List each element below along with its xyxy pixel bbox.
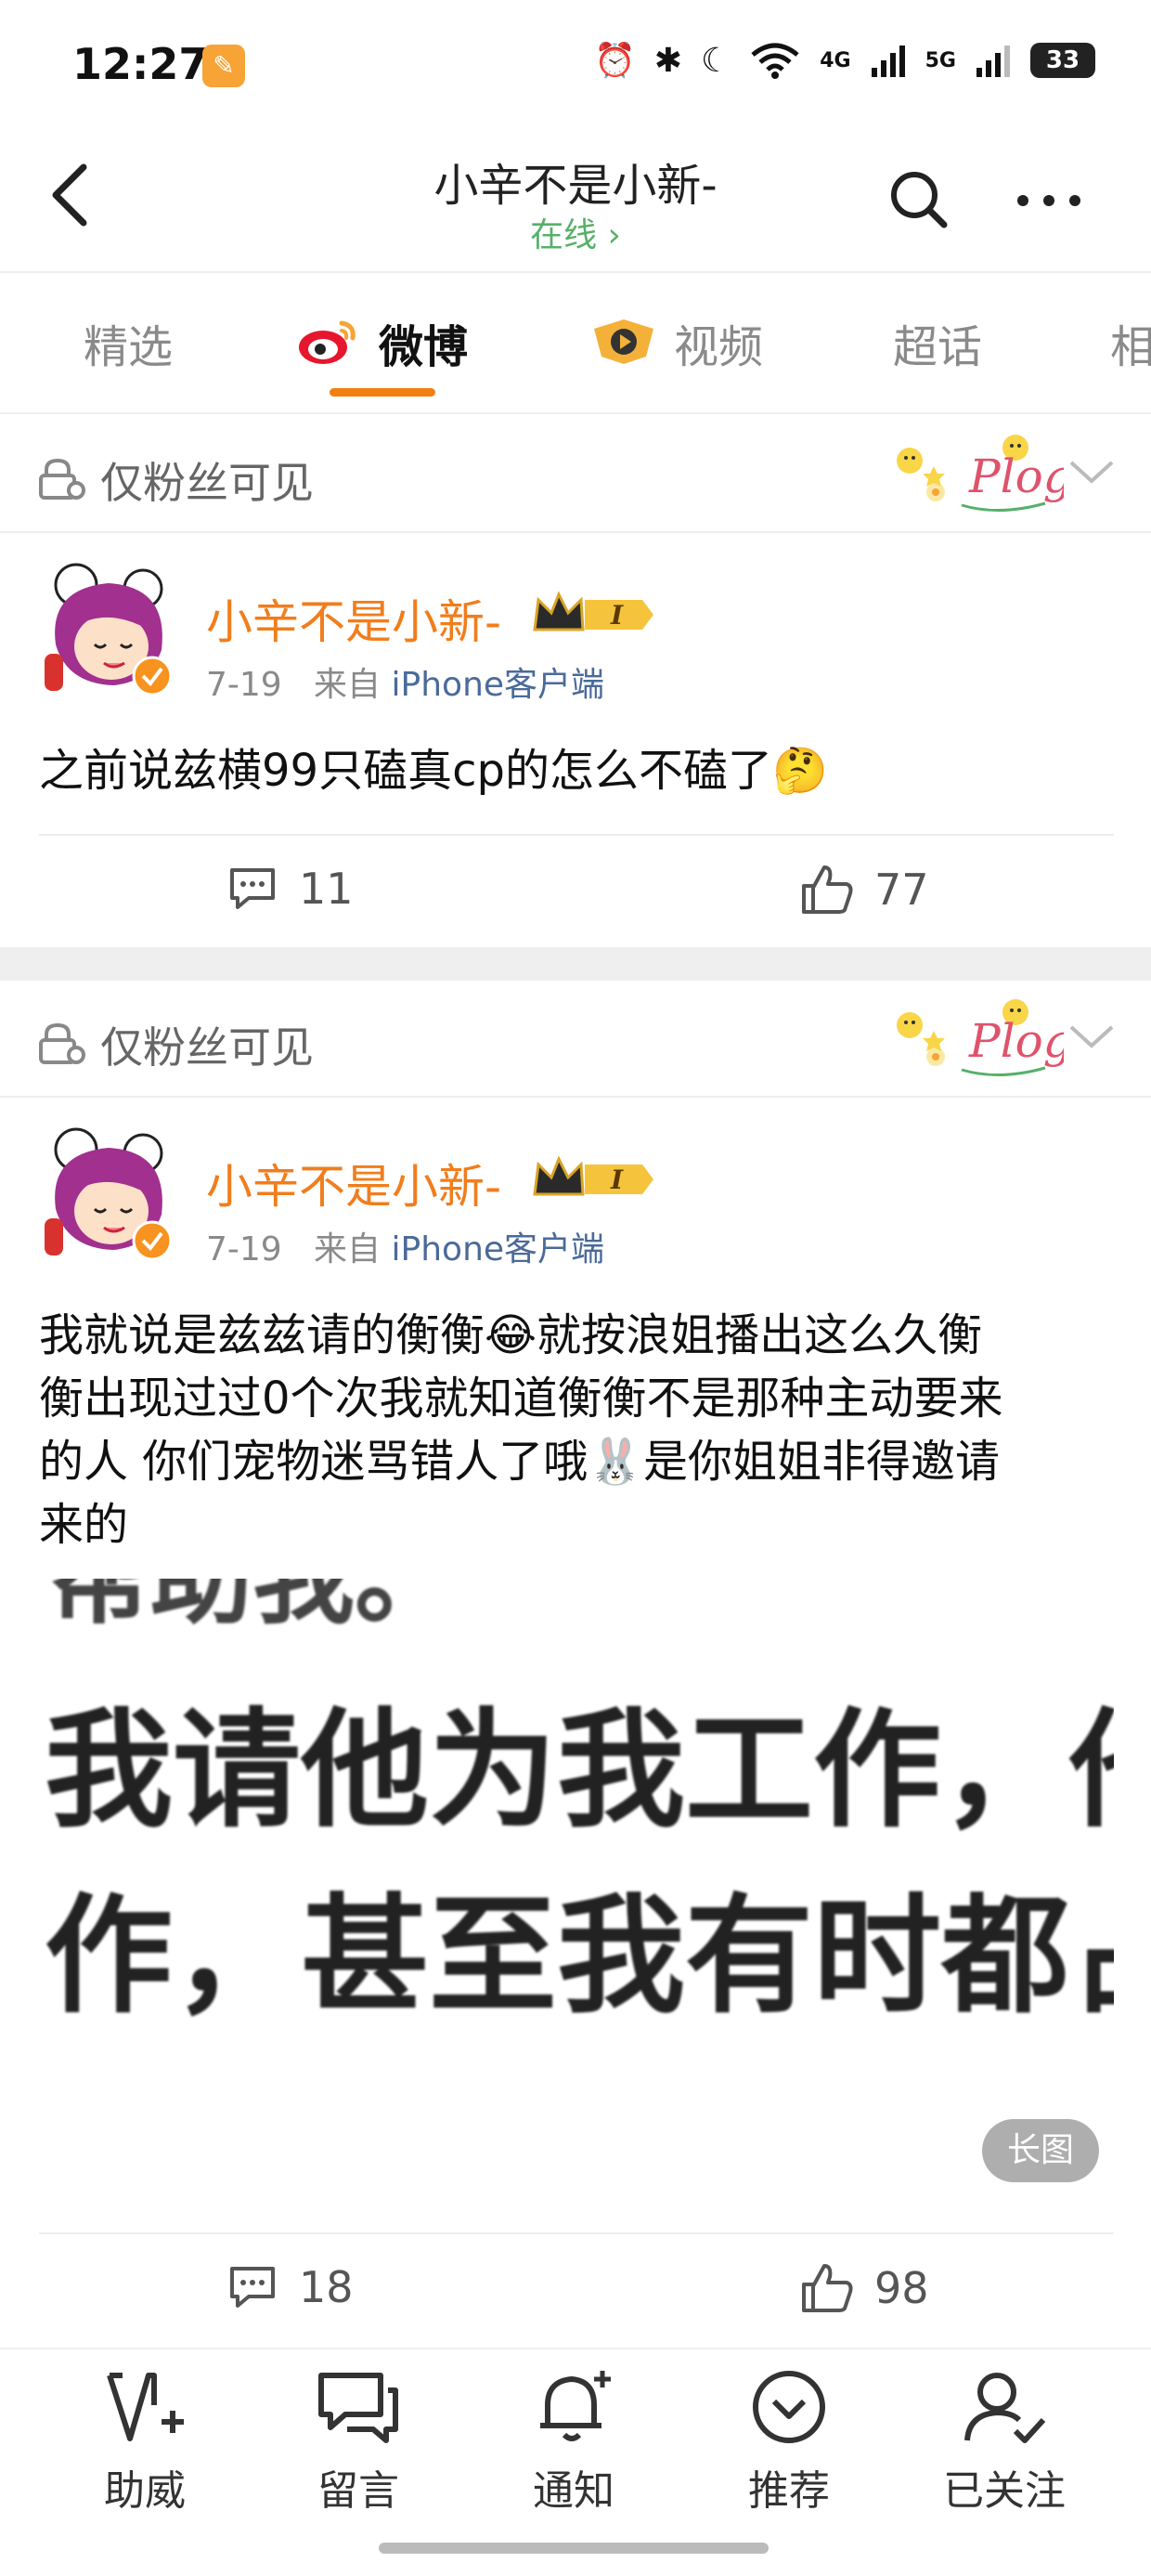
like-button[interactable]: 98	[800, 2262, 929, 2314]
page-title: 小辛不是小新-	[433, 160, 718, 212]
post-source[interactable]: iPhone客户端	[392, 1230, 605, 1268]
level-badge-label: I	[610, 600, 624, 631]
post-text-line: 的人 你们宠物迷骂错人了哦🐰是你姐姐非得邀请	[39, 1436, 1001, 1488]
image-text-line1: 我请他为我工作，他	[45, 1696, 1114, 1845]
active-tab-indicator	[330, 388, 435, 397]
nav-label: 推荐	[748, 2467, 830, 2515]
member-crown-badge-icon: I	[533, 591, 653, 631]
search-icon[interactable]	[886, 167, 951, 232]
online-status[interactable]: 在线 ›	[0, 208, 1151, 256]
tab-bar: 精选 微博 视频 超话 相	[0, 273, 1151, 414]
nav-recommend[interactable]: 推荐	[696, 2368, 882, 2517]
nav-followed[interactable]: 已关注	[912, 2368, 1097, 2517]
post-long-image[interactable]: 帮助我。 我请他为我工作，他 作，甚至我有时都占	[39, 1579, 1114, 2210]
visibility-bar: 仅粉丝可见 Plog	[0, 416, 1151, 533]
nav-message[interactable]: 留言	[265, 2368, 451, 2517]
like-count: 77	[874, 865, 929, 915]
post-date: 7-19	[206, 666, 282, 704]
network-4g-label: 4G	[820, 48, 851, 72]
nav-label: 已关注	[943, 2467, 1066, 2515]
comment-icon	[230, 2267, 275, 2308]
post-meta: 7-19 来自 iPhone客户端	[206, 657, 604, 706]
nav-notifications[interactable]: 通知	[481, 2368, 666, 2517]
tab-album[interactable]: 相	[1110, 310, 1151, 375]
post-text: 我就说是兹兹请的衡衡😂就按浪姐播出这么久衡 衡出现过过0个次我就知道衡衡不是那种…	[39, 1304, 1125, 1556]
app-notification-icon: ✎	[202, 45, 245, 87]
chevron-down-icon[interactable]	[1066, 1018, 1118, 1055]
visibility-label: 仅粉丝可见	[100, 458, 314, 508]
avatar[interactable]	[39, 561, 178, 700]
tab-weibo[interactable]: 微博	[379, 310, 468, 375]
verified-badge-icon	[132, 656, 173, 696]
plog-label: Plog	[968, 1014, 1064, 1068]
post-text-line: 来的	[39, 1499, 129, 1551]
avatar[interactable]	[39, 1125, 178, 1265]
post-separator	[0, 947, 1151, 981]
fans-only-lock-icon	[39, 1022, 85, 1064]
cheer-icon	[107, 2373, 184, 2441]
plog-sticker-icon: Plog	[897, 999, 1064, 1076]
profile-header: 小辛不是小新- 在线 ›	[0, 130, 1151, 273]
comment-button[interactable]: 11	[226, 864, 354, 914]
user-name[interactable]: 小辛不是小新-	[206, 585, 501, 652]
post-text-line: 衡出现过过0个次我就知道衡衡不是那种主动要来	[39, 1373, 1003, 1425]
visibility-label: 仅粉丝可见	[100, 1022, 314, 1073]
more-options-icon[interactable]	[1012, 182, 1086, 219]
nav-label: 通知	[533, 2467, 614, 2515]
source-prefix: 来自	[314, 666, 382, 704]
followed-icon	[964, 2373, 1046, 2443]
recommend-icon	[753, 2371, 825, 2443]
post-date: 7-19	[206, 1230, 282, 1268]
post-text-line: 我就说是兹兹请的衡衡😂就按浪姐播出这么久衡	[39, 1309, 983, 1361]
tab-super-topic[interactable]: 超话	[893, 310, 982, 375]
source-prefix: 来自	[314, 1230, 382, 1268]
post-divider	[39, 2232, 1114, 2234]
battery-indicator: 33	[1030, 43, 1095, 78]
status-bar: 12:27 ✎ ⏰ ✱ ☾ 4G 5G 33	[0, 0, 1151, 130]
thumbs-up-icon	[802, 2264, 853, 2312]
chevron-down-icon[interactable]	[1066, 453, 1118, 490]
signal-icon	[871, 46, 905, 77]
signal-icon-2	[976, 46, 1010, 77]
post-text: 之前说兹横99只磕真cp的怎么不磕了🤔	[39, 745, 828, 797]
user-name[interactable]: 小辛不是小新-	[206, 1150, 501, 1216]
alarm-icon: ⏰	[593, 42, 636, 80]
long-image-badge: 长图	[982, 2119, 1099, 2182]
message-icon	[318, 2373, 398, 2443]
nav-label: 留言	[317, 2467, 399, 2515]
comment-count: 18	[299, 2262, 354, 2312]
level-badge-label: I	[610, 1164, 624, 1195]
tab-featured[interactable]: 精选	[84, 310, 173, 375]
bluetooth-icon: ✱	[653, 41, 682, 80]
moon-icon: ☾	[700, 41, 731, 80]
comment-count: 11	[299, 864, 354, 914]
clock: 12:27	[72, 39, 209, 89]
network-5g-label: 5G	[925, 48, 956, 72]
plog-label: Plog	[968, 449, 1064, 503]
tab-video[interactable]: 视频	[674, 310, 763, 375]
post-meta: 7-19 来自 iPhone客户端	[206, 1222, 604, 1270]
post-divider	[39, 834, 1114, 836]
image-text-top: 帮助我。	[48, 1579, 457, 1638]
comment-icon	[230, 868, 275, 909]
like-button[interactable]: 77	[800, 864, 929, 916]
wifi-icon	[751, 43, 799, 79]
video-tab-icon	[594, 319, 653, 364]
fans-only-lock-icon	[39, 458, 85, 500]
bell-icon	[540, 2371, 611, 2441]
member-crown-badge-icon: I	[533, 1155, 653, 1196]
thumbs-up-icon	[802, 865, 853, 914]
nav-label: 助威	[104, 2467, 186, 2515]
weibo-logo-icon	[299, 320, 356, 364]
home-indicator[interactable]	[379, 2543, 769, 2554]
image-text-line2: 作，甚至我有时都占	[45, 1881, 1114, 2031]
visibility-bar: 仅粉丝可见 Plog	[0, 981, 1151, 1098]
like-count: 98	[874, 2263, 929, 2313]
post-source[interactable]: iPhone客户端	[392, 666, 605, 704]
status-icons: ⏰ ✱ ☾ 4G 5G 33	[594, 41, 1095, 80]
comment-button[interactable]: 18	[226, 2262, 354, 2312]
nav-cheer[interactable]: 助威	[52, 2368, 238, 2517]
verified-badge-icon	[132, 1220, 173, 1261]
plog-sticker-icon: Plog	[897, 435, 1064, 512]
